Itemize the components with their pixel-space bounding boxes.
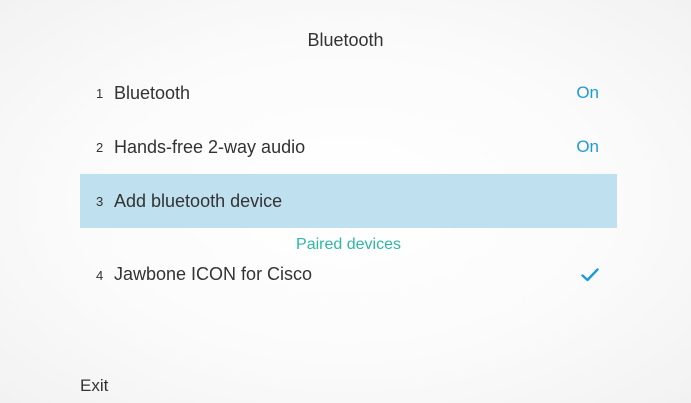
menu-item-label: Add bluetooth device — [114, 190, 283, 211]
page-title: Bluetooth — [307, 30, 384, 50]
menu-item-bluetooth[interactable]: 1 Bluetooth On — [80, 66, 617, 120]
menu-item-value: On — [576, 83, 599, 102]
paired-devices-header: Paired devices — [296, 236, 401, 253]
menu-item-number: 1 — [96, 85, 104, 101]
menu-item-number: 3 — [96, 193, 104, 209]
menu-item-label: Bluetooth — [114, 82, 191, 103]
phone-screen: Bluetooth 1 Bluetooth On 2 Hands-free 2-… — [0, 0, 691, 403]
checkmark-icon — [581, 268, 599, 282]
paired-device-item[interactable]: 4 Jawbone ICON for Cisco — [80, 262, 617, 306]
menu-item-value: On — [576, 137, 599, 156]
settings-menu: 1 Bluetooth On 2 Hands-free 2-way audio … — [80, 66, 617, 306]
menu-item-number: 4 — [96, 268, 104, 283]
exit-softkey[interactable]: Exit — [80, 376, 108, 396]
menu-item-label: Hands-free 2-way audio — [114, 136, 306, 157]
menu-item-label: Jawbone ICON for Cisco — [114, 264, 313, 284]
menu-item-hands-free-audio[interactable]: 2 Hands-free 2-way audio On — [80, 120, 617, 174]
menu-item-add-bluetooth-device[interactable]: 3 Add bluetooth device — [80, 174, 617, 228]
menu-item-number: 2 — [96, 139, 104, 155]
